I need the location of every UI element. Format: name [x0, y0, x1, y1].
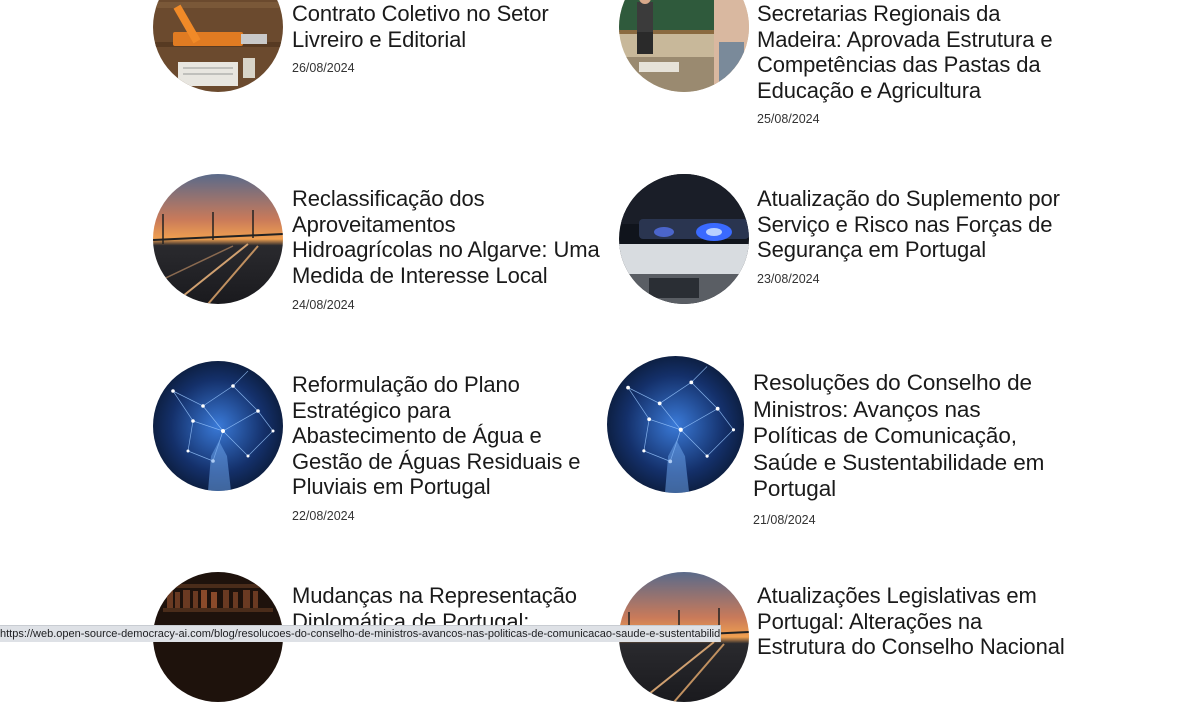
article-date: 21/08/2024 [753, 513, 816, 527]
browser-status-bar-url: https://web.open-source-democracy-ai.com… [0, 625, 721, 642]
article-date: 26/08/2024 [292, 61, 355, 75]
article-thumbnail-railway[interactable] [153, 174, 283, 304]
article-title[interactable]: Reclassificação dos Aproveitamentos Hidr… [292, 186, 602, 288]
article-title[interactable]: Contrato Coletivo no Setor Livreiro e Ed… [292, 1, 592, 52]
classroom-image-icon [619, 0, 749, 92]
article-date: 22/08/2024 [292, 509, 355, 523]
article-thumbnail-classroom[interactable] [619, 0, 749, 92]
article-title[interactable]: Resoluções do Conselho de Ministros: Ava… [753, 370, 1073, 503]
article-date: 23/08/2024 [757, 272, 820, 286]
article-title[interactable]: Atualização do Suplemento por Serviço e … [757, 186, 1077, 263]
tools-image-icon [153, 0, 283, 92]
article-date: 24/08/2024 [292, 298, 355, 312]
article-thumbnail-network[interactable] [607, 356, 744, 493]
article-title[interactable]: Reformulação do Plano Estratégico para A… [292, 372, 602, 500]
article-title[interactable]: Atualizações Legislativas em Portugal: A… [757, 583, 1077, 660]
digital-network-image-icon [607, 356, 744, 493]
digital-network-image-icon [153, 361, 283, 491]
police-car-image-icon [619, 174, 749, 304]
blog-article-grid: Contrato Coletivo no Setor Livreiro e Ed… [0, 0, 1200, 702]
article-title[interactable]: Secretarias Regionais da Madeira: Aprova… [757, 1, 1077, 103]
article-thumbnail-tools[interactable] [153, 0, 283, 92]
article-thumbnail-network[interactable] [153, 361, 283, 491]
railway-image-icon [153, 174, 283, 304]
article-date: 25/08/2024 [757, 112, 820, 126]
article-thumbnail-police[interactable] [619, 174, 749, 304]
